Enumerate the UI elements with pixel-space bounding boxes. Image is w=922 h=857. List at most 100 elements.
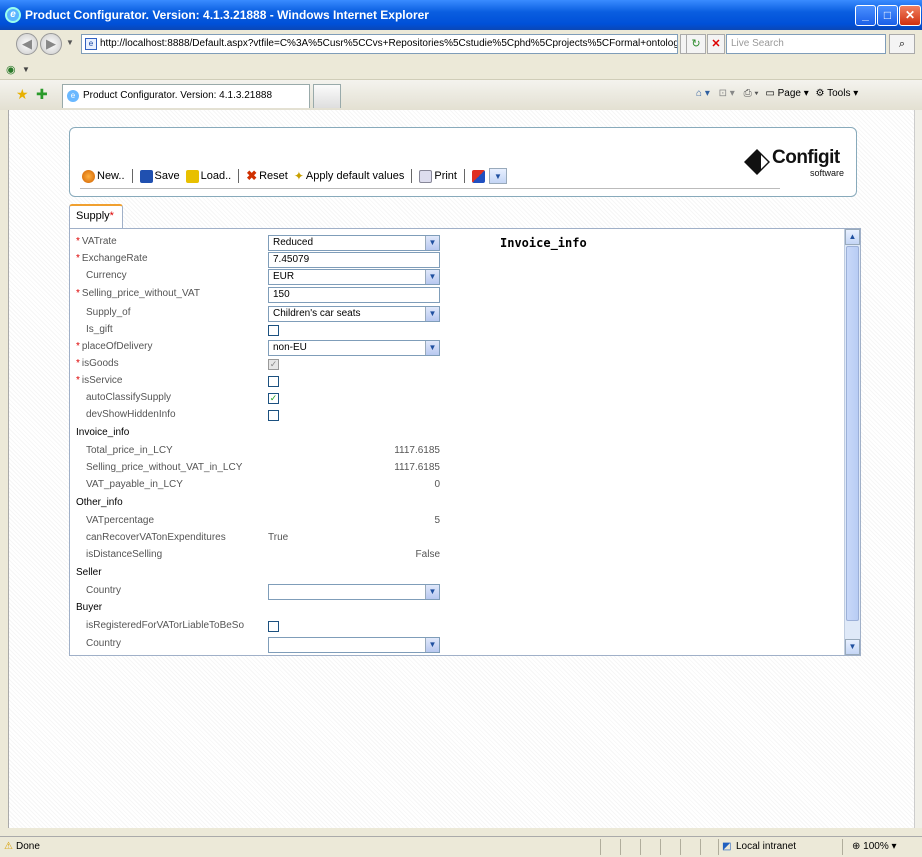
status-text: Done [16, 841, 40, 852]
row-vat-payable: VAT_payable_in_LCY 0 [86, 479, 440, 490]
warning-icon: ⚠ [4, 841, 13, 852]
load-icon [185, 169, 199, 183]
field-exchangerate: * ExchangeRate 7.45079 [70, 252, 450, 269]
section-seller: Seller [76, 567, 102, 578]
history-dropdown-icon[interactable]: ▼ [66, 38, 74, 47]
exchangerate-input[interactable]: 7.45079 [268, 252, 440, 268]
ie-logo-icon: e [5, 7, 21, 23]
tab-supply[interactable]: Supply* [69, 204, 123, 229]
logo-subtext: software [810, 168, 845, 178]
minimize-button[interactable]: _ [855, 5, 876, 26]
row-is-distance-selling: isDistanceSelling False [86, 549, 440, 560]
buyer-registered-checkbox[interactable] [268, 621, 279, 632]
live-search-input[interactable]: Live Search [726, 34, 886, 54]
reset-button[interactable]: ✖ Reset [244, 168, 290, 184]
links-icon[interactable]: ◉ [6, 63, 16, 76]
links-dropdown-icon[interactable]: ▼ [22, 65, 30, 74]
close-button[interactable]: ✕ [899, 5, 921, 26]
print-icon[interactable]: ⎙ ▾ [744, 88, 759, 99]
form-scrollbar[interactable]: ▲ ▼ [844, 229, 860, 655]
new-button[interactable]: New.. [80, 169, 127, 183]
field-auto-classify: autoClassifySupply ✓ [86, 392, 279, 404]
invoice-info-heading: Invoice_info [500, 236, 587, 250]
currency-select[interactable]: EUR ▼ [268, 269, 440, 285]
scroll-thumb[interactable] [846, 246, 859, 621]
is-gift-checkbox[interactable] [268, 325, 279, 336]
apply-default-values-button[interactable]: ✦ Apply default values [292, 169, 407, 183]
scroll-up-button[interactable]: ▲ [845, 229, 860, 245]
browser-tab-active[interactable]: e Product Configurator. Version: 4.1.3.2… [62, 84, 310, 108]
field-buyer-country: Country ▼ [70, 637, 450, 654]
forward-button[interactable]: ▶ [40, 33, 62, 55]
language-button[interactable] [470, 169, 487, 183]
feeds-icon[interactable]: ⊡ ▾ [719, 88, 735, 99]
dev-show-hidden-checkbox[interactable] [268, 410, 279, 421]
section-invoice-info: Invoice_info [76, 427, 130, 438]
is-service-checkbox[interactable] [268, 376, 279, 387]
language-dropdown[interactable]: ▼ [488, 168, 507, 184]
flag-icon [471, 169, 485, 183]
page-scrollbar[interactable] [914, 110, 922, 828]
field-seller-country: Country ▼ [70, 584, 450, 601]
field-selling-price: * Selling_price_without_VAT 150 [70, 287, 450, 304]
field-is-service: * isService [70, 374, 450, 391]
toolbar: New.. Save Load.. ✖ Reset ✦ Apply default … [80, 168, 507, 184]
intranet-zone-icon: ◩ [722, 841, 732, 852]
print-button[interactable]: Print [417, 169, 459, 183]
vatrate-select[interactable]: Reduced ▼ [268, 235, 440, 251]
address-url: http://localhost:8888/Default.aspx?vtfil… [100, 38, 678, 49]
row-selling-price-lcy: Selling_price_without_VAT_in_LCY 1117.61… [86, 462, 440, 473]
back-button[interactable]: ◀ [16, 33, 38, 55]
chevron-down-icon: ▼ [425, 236, 439, 250]
maximize-button[interactable]: □ [877, 5, 898, 26]
row-vat-percentage: VATpercentage 5 [86, 515, 440, 526]
load-button[interactable]: Load.. [184, 169, 234, 183]
configit-logo: Configit software [742, 143, 854, 183]
refresh-button[interactable]: ↻ [686, 34, 706, 54]
new-icon [82, 169, 95, 183]
toolbar-separator [238, 169, 240, 183]
home-icon[interactable]: ⌂ ▾ [696, 88, 710, 99]
zone-label: Local intranet [736, 841, 797, 852]
add-favorite-icon[interactable]: ✚ [36, 86, 48, 103]
place-of-delivery-select[interactable]: non-EU ▼ [268, 340, 440, 356]
row-can-recover-vat: canRecoverVATonExpenditures True [86, 532, 289, 543]
address-input[interactable]: e http://localhost:8888/Default.aspx?vtf… [81, 34, 678, 54]
tab-label: Product Configurator. Version: 4.1.3.218… [83, 90, 273, 101]
wand-icon: ✦ [293, 169, 304, 183]
scroll-down-button[interactable]: ▼ [845, 639, 860, 655]
chevron-down-icon: ▼ [425, 638, 439, 652]
print-icon [419, 169, 433, 183]
seller-country-select[interactable]: ▼ [268, 584, 440, 600]
field-vatrate: * VATrate Reduced ▼ [70, 235, 450, 252]
tab-favicon-icon: e [67, 90, 79, 102]
toolbar-underline [80, 188, 780, 189]
row-total-price: Total_price_in_LCY 1117.6185 [86, 445, 440, 456]
new-tab-button[interactable] [313, 84, 341, 108]
field-is-gift: Is_gift [70, 323, 450, 340]
supply-form-panel: Invoice_info * VATrate Reduced ▼ * Exchange… [69, 228, 861, 656]
search-button[interactable]: ⌕ [889, 34, 915, 54]
field-place-of-delivery: * placeOfDelivery non-EU ▼ [70, 340, 450, 357]
buyer-country-select[interactable]: ▼ [268, 637, 440, 653]
is-goods-checkbox[interactable]: ✓ [268, 359, 279, 370]
auto-classify-checkbox[interactable]: ✓ [268, 393, 279, 404]
zoom-control[interactable]: ⊕ 100% ▾ [852, 841, 897, 852]
stop-button[interactable]: ✕ [707, 34, 725, 54]
chevron-down-icon: ▼ [425, 585, 439, 599]
page-menu[interactable]: ▭ Page ▾ [765, 88, 808, 99]
browser-tab-row: ★ ✚ e Product Configurator. Version: 4.1… [0, 80, 922, 110]
configurator-toolbar-panel: New.. Save Load.. ✖ Reset ✦ Apply default … [69, 127, 857, 197]
supply-of-select[interactable]: Children's car seats ▼ [268, 306, 440, 322]
field-supply-of: Supply_of Children's car seats ▼ [70, 306, 450, 323]
save-button[interactable]: Save [138, 169, 182, 183]
tools-menu[interactable]: ⚙ Tools ▾ [816, 88, 859, 99]
chevron-down-icon: ▼ [425, 341, 439, 355]
section-other-info: Other_info [76, 497, 123, 508]
window-title-bar[interactable]: e Product Configurator. Version: 4.1.3.2… [0, 0, 922, 30]
selling-price-input[interactable]: 150 [268, 287, 440, 303]
address-bar-row: ◀ ▶ ▼ e http://localhost:8888/Default.as… [0, 30, 922, 60]
favorites-star-icon[interactable]: ★ [16, 86, 29, 103]
logo-text: Configit [772, 147, 840, 168]
configit-logo-icon [744, 149, 770, 175]
